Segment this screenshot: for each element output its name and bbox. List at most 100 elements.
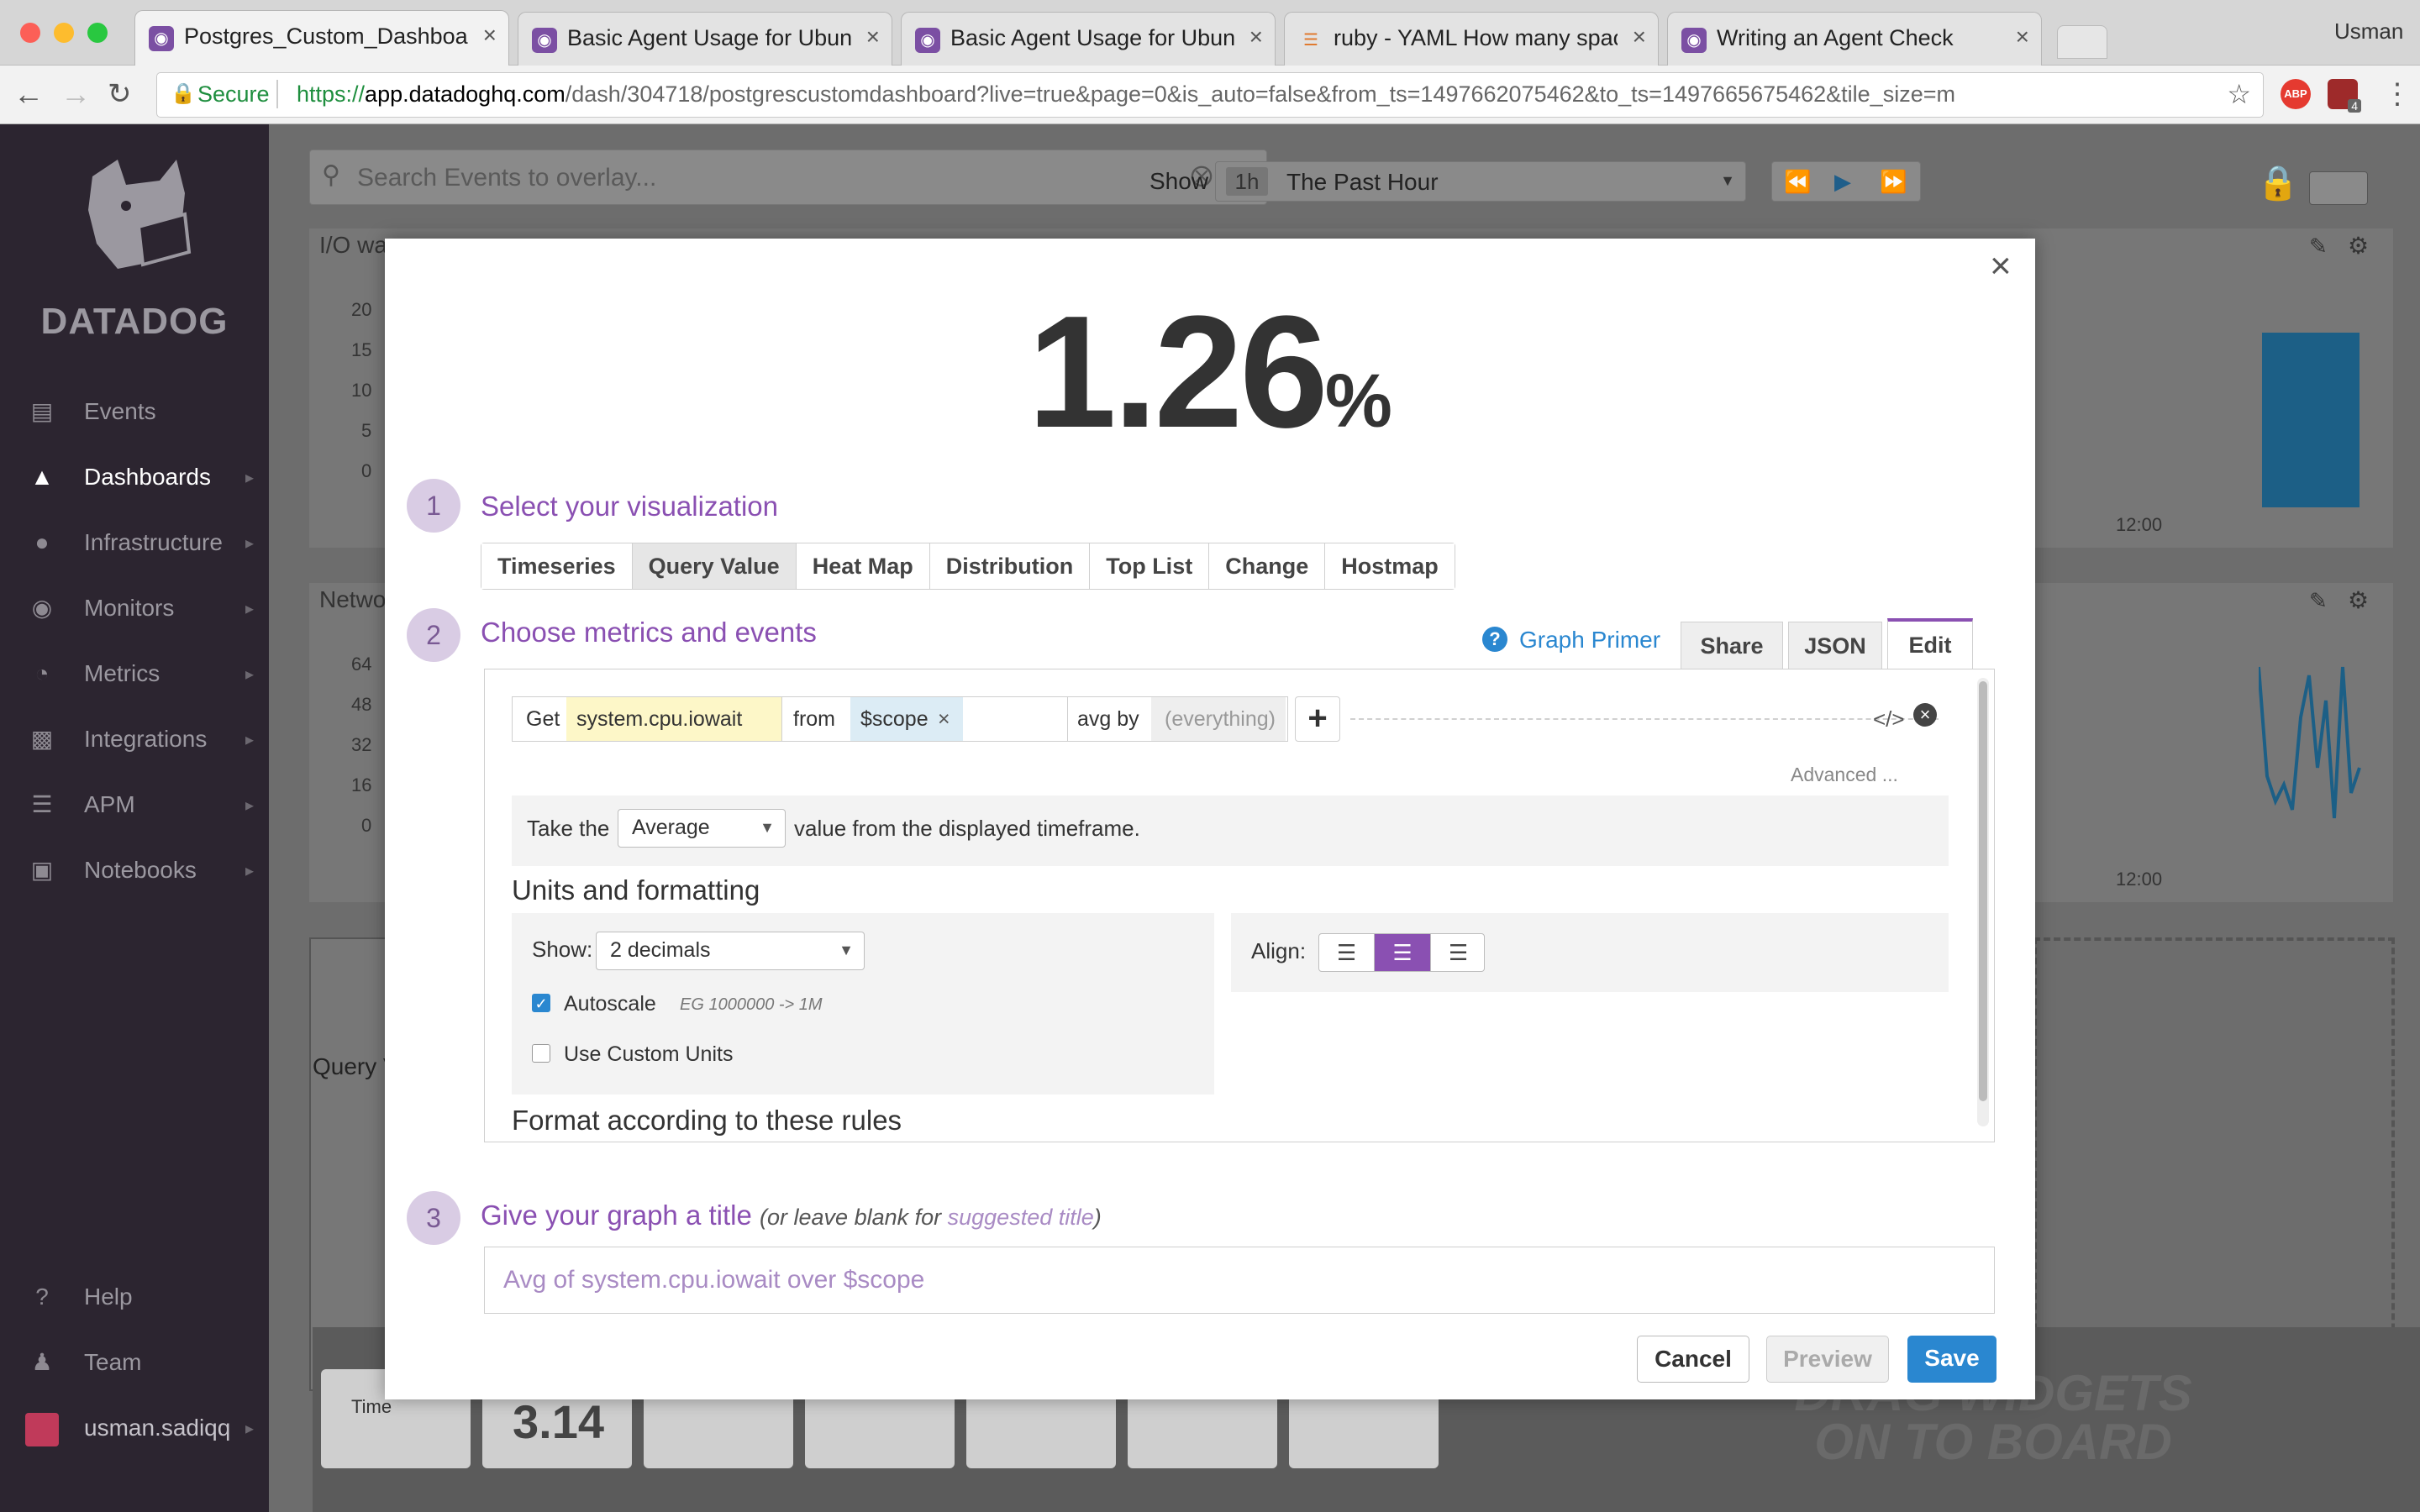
align-center-icon[interactable]: ☰ — [1375, 934, 1430, 971]
timeframe-select[interactable]: 1h The Past Hour ▼ — [1215, 161, 1746, 202]
keyboard-icon[interactable] — [2309, 171, 2368, 205]
integrations-icon: ▩ — [30, 726, 54, 752]
tab-title: ruby - YAML How many spaces — [1334, 25, 1618, 50]
close-tab-icon[interactable]: × — [1249, 24, 1263, 50]
browser-tab-2[interactable]: ◉ Basic Agent Usage for Ubuntu × — [901, 12, 1276, 66]
align-left-icon[interactable]: ☰ — [1319, 934, 1375, 971]
ublock-extension-icon[interactable]: 4 — [2328, 79, 2361, 113]
metric-input[interactable]: system.cpu.iowait — [566, 697, 781, 741]
tab-timeseries[interactable]: Timeseries — [481, 543, 633, 589]
tab-share[interactable]: Share — [1681, 622, 1783, 669]
url-field[interactable]: 🔒 Secure https://app.datadoghq.com/dash/… — [156, 72, 2264, 118]
sidebar-item-notebooks[interactable]: ▣ Notebooks ▸ — [0, 838, 269, 902]
lock-dashboard-icon[interactable]: 🔒 — [2257, 163, 2299, 202]
tab-json[interactable]: JSON — [1788, 622, 1882, 669]
aggregation-select[interactable]: Average ▼ — [618, 809, 786, 848]
sidebar-item-team[interactable]: ♟ Team — [0, 1331, 269, 1394]
profile-name[interactable]: Usman — [2334, 18, 2403, 45]
gear-icon[interactable]: ⚙ — [2348, 232, 2369, 260]
scrollbar-track[interactable] — [1977, 678, 1989, 1126]
maximize-window-button[interactable] — [87, 23, 108, 43]
align-right-icon[interactable]: ☰ — [1430, 934, 1484, 971]
tab-heat-map[interactable]: Heat Map — [796, 543, 930, 589]
reload-icon[interactable]: ↻ — [108, 76, 132, 113]
browser-tab-0[interactable]: ◉ Postgres_Custom_Dashboard | Da × — [134, 10, 509, 66]
code-icon[interactable]: </> — [1873, 706, 1905, 732]
sidebar-item-integrations[interactable]: ▩ Integrations ▸ — [0, 707, 269, 771]
tab-top-list[interactable]: Top List — [1090, 543, 1210, 589]
browser-tab-4[interactable]: ◉ Writing an Agent Check × — [1667, 12, 2042, 66]
sidebar-item-apm[interactable]: ☰ APM ▸ — [0, 773, 269, 837]
datadog-logo[interactable] — [59, 143, 210, 294]
forward-arrow-icon[interactable]: → — [60, 76, 91, 113]
autoscale-checkbox[interactable]: ✓ — [532, 994, 550, 1012]
sidebar-item-monitors[interactable]: ◉ Monitors ▸ — [0, 576, 269, 640]
back-arrow-icon[interactable]: ← — [13, 76, 44, 113]
save-button[interactable]: Save — [1907, 1336, 1996, 1383]
tab-title: Basic Agent Usage for Ubuntu — [567, 25, 851, 50]
fast-forward-icon[interactable]: ⏩ — [1880, 169, 1907, 195]
minimize-window-button[interactable] — [54, 23, 74, 43]
y-tick: 16 — [351, 774, 372, 795]
browser-tab-3[interactable]: ☰ ruby - YAML How many spaces × — [1284, 12, 1659, 66]
suggested-title-link[interactable]: suggested title — [948, 1205, 1094, 1230]
advanced-link[interactable]: Advanced ... — [1791, 764, 1898, 786]
help-circle-icon[interactable]: ? — [1482, 627, 1507, 652]
group-by-input[interactable]: (everything) — [1151, 697, 1286, 741]
sidebar-item-label: Infrastructure — [84, 529, 223, 555]
graph-title-input[interactable]: Avg of system.cpu.iowait over $scope — [484, 1247, 1995, 1314]
tab-edit[interactable]: Edit — [1887, 618, 1973, 669]
tab-query-value[interactable]: Query Value — [632, 543, 797, 589]
pencil-icon[interactable]: ✎ — [2309, 234, 2328, 260]
scope-tag[interactable]: $scope × — [850, 697, 963, 741]
sidebar-item-label: Notebooks — [84, 857, 197, 883]
rewind-icon[interactable]: ⏪ — [1784, 169, 1811, 195]
preview-button[interactable]: Preview — [1766, 1336, 1889, 1383]
event-search-input[interactable]: ⚲ Search Events to overlay... ⨂ ⇓ — [309, 150, 1267, 205]
avg-by-label: avg by — [1077, 707, 1139, 731]
gear-icon[interactable]: ⚙ — [2348, 586, 2369, 614]
sidebar-item-help[interactable]: ? Help — [0, 1265, 269, 1329]
step-title-text: Give your graph a title — [481, 1200, 752, 1231]
sidebar-item-dashboards[interactable]: ▲ Dashboards ▸ — [0, 445, 269, 509]
cancel-button[interactable]: Cancel — [1637, 1336, 1749, 1383]
close-tab-icon[interactable]: × — [866, 24, 880, 50]
close-tab-icon[interactable]: × — [483, 22, 497, 49]
tab-hostmap[interactable]: Hostmap — [1325, 543, 1455, 589]
menu-dots-icon[interactable]: ⋮ — [2383, 77, 2412, 111]
close-tab-icon[interactable]: × — [2016, 24, 2029, 50]
lock-icon: 🔒 — [171, 82, 196, 105]
decimals-select[interactable]: 2 decimals ▼ — [596, 932, 865, 970]
sidebar-item-events[interactable]: ▤ Events — [0, 380, 269, 444]
close-window-button[interactable] — [20, 23, 40, 43]
step-title: Select your visualization — [481, 491, 779, 522]
extension-badge: 4 — [2348, 99, 2361, 113]
tab-change[interactable]: Change — [1209, 543, 1326, 589]
units-panel: Show: 2 decimals ▼ ✓ Autoscale EG 100000… — [512, 913, 1214, 1095]
adblock-extension-icon[interactable]: ABP — [2281, 79, 2311, 109]
metrics-icon: ◔ — [34, 660, 50, 686]
tab-distribution[interactable]: Distribution — [929, 543, 1091, 589]
sidebar-item-infrastructure[interactable]: ● Infrastructure ▸ — [0, 511, 269, 575]
sidebar-item-metrics[interactable]: ◔ Metrics ▸ — [0, 642, 269, 706]
add-query-button[interactable]: + — [1295, 696, 1340, 742]
custom-units-checkbox[interactable] — [532, 1044, 550, 1063]
browser-tab-1[interactable]: ◉ Basic Agent Usage for Ubuntu × — [518, 12, 892, 66]
remove-tag-icon[interactable]: × — [938, 697, 950, 741]
y-tick: 48 — [351, 694, 372, 715]
close-tab-icon[interactable]: × — [1633, 24, 1646, 50]
scrollbar-thumb[interactable] — [1979, 681, 1987, 1101]
play-icon[interactable]: ▶ — [1834, 169, 1851, 195]
pencil-icon[interactable]: ✎ — [2309, 588, 2328, 614]
new-tab-button[interactable] — [2057, 25, 2107, 59]
graph-primer-link[interactable]: Graph Primer — [1519, 627, 1660, 654]
bookmark-star-icon[interactable]: ☆ — [2227, 78, 2251, 110]
tab-title: Basic Agent Usage for Ubuntu — [950, 25, 1234, 50]
group-by-placeholder: (everything) — [1165, 707, 1276, 731]
address-bar: ← → ↻ 🔒 Secure https://app.datadoghq.com… — [0, 66, 2420, 124]
y-tick: 32 — [351, 734, 372, 755]
big-unit: % — [1324, 360, 1392, 444]
remove-query-icon[interactable]: × — [1913, 703, 1937, 727]
sidebar-item-user[interactable]: usman.sadiqq ▸ — [0, 1396, 269, 1460]
custom-units-label: Use Custom Units — [564, 1042, 734, 1066]
